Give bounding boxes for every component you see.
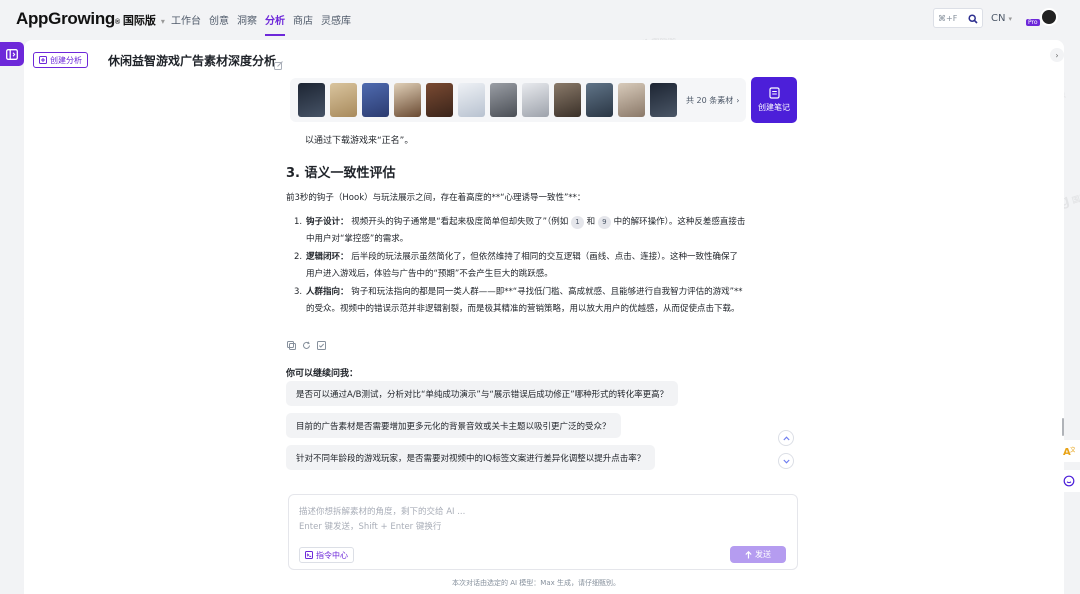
material-count-label: 共 20 条素材 (686, 95, 734, 105)
list-item: 3. 人群指向： 钩子和玩法指向的都是同一类人群——即**“寻找低门槛、高成就感… (294, 284, 746, 318)
main-nav: 工作台 创意 洞察 分析 商店 灵感库 (171, 12, 351, 36)
floating-tools: A文 (1058, 420, 1080, 494)
nav-item-inspiration[interactable]: 灵感库 (321, 12, 351, 36)
material-strip: 共 20 条素材 › (290, 78, 746, 122)
list-item-title: 钩子设计： (306, 217, 349, 227)
list-item-text: 钩子和玩法指向的都是同一类人群——即**“寻找低门槛、高成就感、且能够进行自我智… (306, 287, 743, 314)
material-thumbnail[interactable] (554, 83, 581, 117)
registered-mark: ® (114, 19, 120, 26)
sidebar-toggle-button[interactable] (0, 42, 24, 66)
suggestion-chip[interactable]: 针对不同年龄段的游戏玩家，是否需要对视频中的IQ标签文案进行差异化调整以提升点击… (286, 445, 656, 470)
search-shortcut: ⌘+F (938, 13, 958, 23)
translate-button[interactable]: A文 (1058, 440, 1080, 462)
command-center-label: 指令中心 (316, 550, 348, 560)
search-icon (968, 9, 978, 28)
list-item-text: 后半段的玩法展示虽然简化了，但依然维持了相同的交互逻辑（画线、点击、连接）。这种… (306, 252, 738, 279)
language-selector[interactable]: CN ▾ (991, 13, 1012, 24)
list-item-text: 视频开头的钩子通常是“看起来极度简单但却失败了”（例如 (348, 217, 571, 227)
material-thumbnail[interactable] (362, 83, 389, 117)
nav-item-store[interactable]: 商店 (293, 12, 313, 36)
list-item: 2. 逻辑闭环： 后半段的玩法展示虽然简化了，但依然维持了相同的交互逻辑（画线、… (294, 249, 746, 283)
command-center-button[interactable]: 指令中心 (299, 547, 354, 563)
list-body: 人群指向： 钩子和玩法指向的都是同一类人群——即**“寻找低门槛、高成就感、且能… (306, 284, 746, 318)
page-title: 休闲益智游戏广告素材深度分析 (108, 54, 277, 68)
material-thumbnail[interactable] (490, 83, 517, 117)
global-search[interactable]: ⌘+F (933, 8, 983, 28)
nav-item-analysis[interactable]: 分析 (265, 12, 285, 36)
top-nav-bar: AppGrowing ® 国际版 ▾ 工作台 创意 洞察 分析 商店 灵感库 ⌘+… (0, 0, 1080, 38)
list-body: 钩子设计： 视频开头的钩子通常是“看起来极度简单但却失败了”（例如 1 和 9 … (306, 214, 746, 248)
avatar[interactable] (1040, 8, 1058, 26)
svg-text:文: 文 (1070, 446, 1075, 454)
chevron-up-icon (782, 435, 790, 440)
material-thumbnail[interactable] (522, 83, 549, 117)
list-item-text: 和 (583, 217, 598, 227)
translate-icon: A文 (1063, 446, 1075, 457)
list-number: 2. (294, 252, 303, 262)
ai-disclaimer: 本次对话由选定的 AI 模型：Max 生成，请仔细甄别。 (452, 579, 620, 587)
prompt-composer[interactable]: 描述你想拆解素材的角度，剩下的交给 AI ... Enter 键发送，Shift… (288, 494, 798, 570)
material-thumbnail[interactable] (394, 83, 421, 117)
material-ref-chip[interactable]: 9 (597, 216, 611, 229)
scroll-down-button[interactable] (778, 453, 794, 469)
scroll-up-button[interactable] (778, 430, 794, 446)
logo-edition: 国际版 (122, 14, 156, 27)
chevron-down-icon (782, 459, 790, 464)
create-note-button[interactable]: 创建笔记 (751, 77, 797, 123)
material-thumbnail[interactable] (458, 83, 485, 117)
arrow-up-icon (745, 550, 752, 558)
list-body: 逻辑闭环： 后半段的玩法展示虽然简化了，但依然维持了相同的交互逻辑（画线、点击、… (306, 249, 746, 283)
material-thumbnail[interactable] (650, 83, 677, 117)
nav-item-insight[interactable]: 洞察 (237, 12, 257, 36)
placeholder-hint: Enter 键发送，Shift + Enter 键换行 (299, 522, 442, 532)
composer-placeholder: 描述你想拆解素材的角度，剩下的交给 AI ... Enter 键发送，Shift… (299, 505, 465, 535)
list-item-title: 逻辑闭环： (306, 252, 349, 262)
section-intro: 前3秒的钩子（Hook）与玩法展示之间，存在着高度的**“心理诱导一致性”**： (286, 193, 586, 203)
copy-icon[interactable] (287, 341, 296, 350)
list-number: 3. (294, 287, 303, 297)
material-thumbnail[interactable] (298, 83, 325, 117)
material-thumbnail[interactable] (330, 83, 357, 117)
material-thumbnail[interactable] (586, 83, 613, 117)
chat-icon (1063, 475, 1075, 487)
list-item-title: 人群指向： (306, 287, 349, 297)
chevron-down-icon: ▾ (1008, 15, 1012, 23)
previous-line: 以通过下载游戏来“正名”。 (305, 136, 414, 146)
list-number: 1. (294, 217, 303, 227)
section-heading: 3. 语义一致性评估 (286, 166, 396, 181)
collapse-right-icon[interactable]: › (1050, 48, 1064, 62)
suggestion-chip[interactable]: 目前的广告素材是否需要增加更多元化的背景音效或关卡主题以吸引更广泛的受众？ (286, 413, 621, 438)
nav-item-creative[interactable]: 创意 (209, 12, 229, 36)
material-thumbnail[interactable] (426, 83, 453, 117)
suggestion-chip[interactable]: 是否可以通过A/B测试，分析对比“单纯成功演示”与“展示错误后成功修正”哪种形式… (286, 381, 679, 406)
message-actions (287, 341, 326, 350)
refresh-icon[interactable] (302, 341, 311, 350)
nav-item-workbench[interactable]: 工作台 (171, 12, 201, 36)
followup-title: 你可以继续问我： (286, 369, 359, 379)
note-icon (768, 87, 780, 99)
material-ref-chip[interactable]: 1 (570, 216, 584, 229)
create-analysis-label: 创建分析 (50, 55, 82, 65)
material-thumbnail[interactable] (618, 83, 645, 117)
send-label: 发送 (755, 550, 771, 559)
placeholder-line: 描述你想拆解素材的角度，剩下的交给 AI ... (299, 507, 466, 517)
sidebar-icon (6, 48, 18, 60)
create-analysis-button[interactable]: 创建分析 (33, 52, 88, 68)
plan-badge: Pro (1026, 19, 1040, 26)
analysis-panel: 创建分析 休闲益智游戏广告素材深度分析 › 共 20 条素材 › 创建笔记 以通过… (24, 40, 1064, 594)
chevron-down-icon[interactable]: ▾ (161, 17, 165, 26)
material-count[interactable]: 共 20 条素材 › (686, 95, 739, 106)
language-label: CN (991, 13, 1006, 24)
chat-support-button[interactable] (1058, 470, 1080, 492)
list-item: 1. 钩子设计： 视频开头的钩子通常是“看起来极度简单但却失败了”（例如 1 和… (294, 214, 746, 248)
send-button[interactable]: 发送 (730, 546, 786, 563)
edit-icon[interactable] (274, 55, 283, 74)
create-note-label: 创建笔记 (758, 103, 790, 112)
app-logo[interactable]: AppGrowing ® 国际版 ▾ (16, 9, 165, 29)
add-square-icon (39, 56, 47, 64)
save-note-icon[interactable] (317, 341, 326, 350)
logo-text: AppGrowing (16, 9, 115, 28)
chevron-right-icon: › (736, 95, 740, 105)
command-icon (305, 551, 313, 559)
